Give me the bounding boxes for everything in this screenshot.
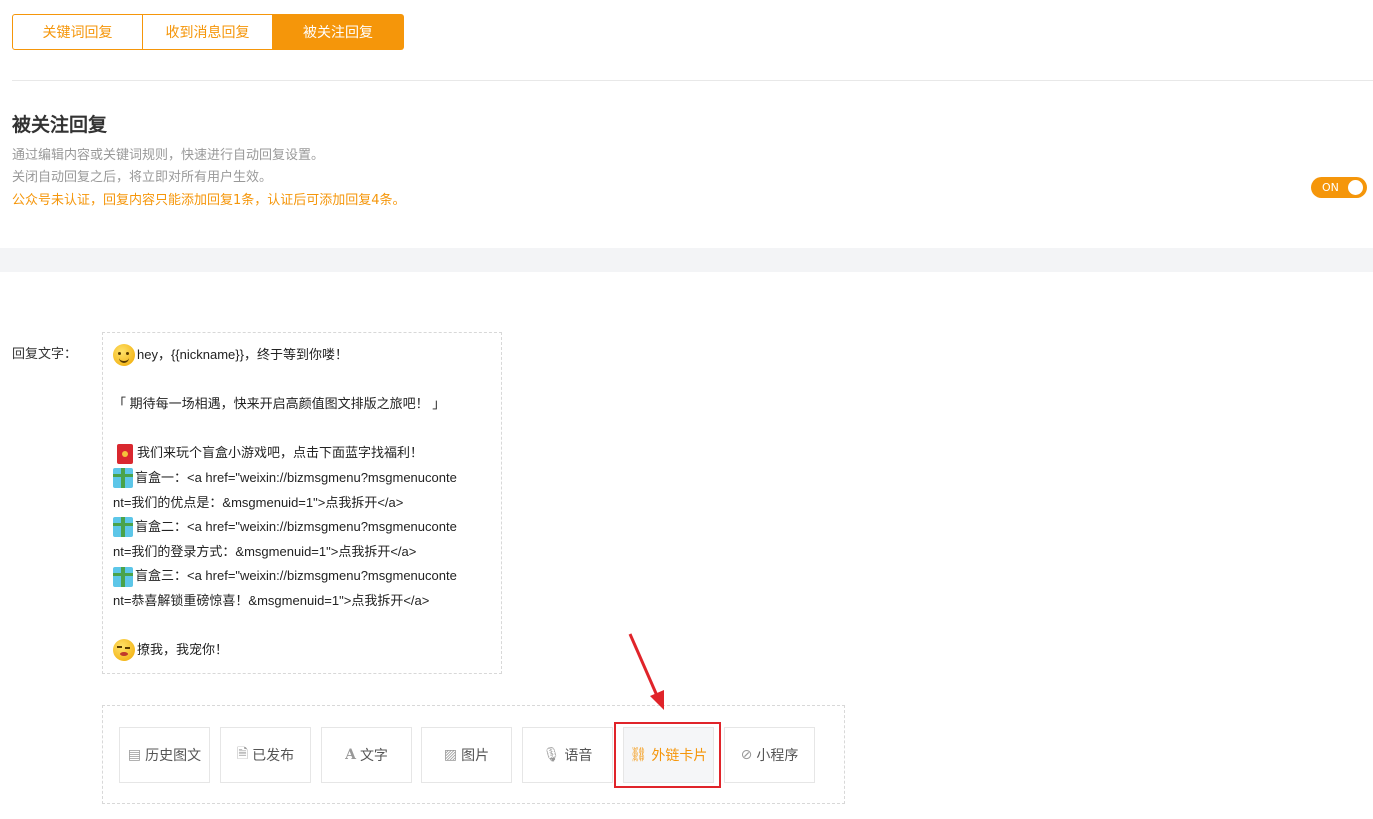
reply-line: [113, 368, 491, 393]
auto-reply-toggle[interactable]: ON: [1311, 177, 1367, 198]
reply-line-text: 盲盒三：<a href="weixin://bizmsgmenu?msgmenu…: [135, 568, 457, 584]
toggle-label: ON: [1322, 181, 1339, 194]
reply-line-text: 盲盒一：<a href="weixin://bizmsgmenu?msgmenu…: [135, 469, 457, 485]
reply-line-text: 撩我，我宠你！: [137, 642, 229, 658]
reply-line-text: 我们来玩个盲盒小游戏吧，点击下面蓝字找福利！: [137, 445, 424, 461]
tab-follow-reply[interactable]: 被关注回复: [273, 14, 404, 50]
reply-line: [113, 614, 491, 639]
verification-warning: 公众号未认证，回复内容只能添加回复1条，认证后可添加回复4条。: [12, 193, 406, 208]
annotation-arrow-icon: [628, 633, 664, 710]
tool-label: 历史图文: [145, 748, 202, 764]
newspaper-icon: ▤: [127, 747, 142, 763]
reply-line: 盲盒二：<a href="weixin://bizmsgmenu?msgmenu…: [113, 515, 491, 540]
reply-line-text: nt=我们的登录方式：&msgmenuid=1">点我拆开</a>: [113, 543, 417, 559]
text-button[interactable]: A 文字: [321, 727, 412, 783]
gift-icon: [113, 517, 133, 538]
microphone-icon: 🎙: [542, 747, 561, 763]
reply-line: 撩我，我宠你！: [113, 638, 491, 663]
reply-line-text: nt=恭喜解锁重磅惊喜！&msgmenuid=1">点我拆开</a>: [113, 592, 430, 608]
reply-line: 「 期待每一场相遇，快来开启高颜值图文排版之旅吧！ 」: [113, 392, 491, 417]
document-icon: 🗎: [236, 746, 249, 762]
gift-icon: [113, 566, 133, 587]
published-button[interactable]: 🗎 已发布: [220, 727, 311, 783]
reply-line: 我们来玩个盲盒小游戏吧，点击下面蓝字找福利！: [113, 441, 491, 466]
image-button[interactable]: ▨ 图片: [421, 727, 512, 783]
gift-icon: [113, 468, 133, 489]
tool-label: 已发布: [252, 748, 295, 764]
mini-program-button[interactable]: ⊘ 小程序: [724, 727, 815, 783]
reply-line-text: 盲盒二：<a href="weixin://bizmsgmenu?msgmenu…: [135, 519, 457, 535]
reply-line: nt=我们的优点是：&msgmenuid=1">点我拆开</a>: [113, 491, 491, 516]
image-icon: ▨: [443, 747, 458, 763]
history-articles-button[interactable]: ▤ 历史图文: [119, 727, 210, 783]
tool-label: 文字: [359, 748, 388, 764]
reply-type-toolbar: ▤ 历史图文 🗎 已发布 A 文字 ▨ 图片 🎙 语音 ⛓ 外链卡片 ⊘ 小程序: [102, 705, 845, 804]
voice-button[interactable]: 🎙 语音: [522, 727, 613, 783]
reply-line: hey，{{nickname}}，终于等到你喽！: [113, 343, 491, 368]
description-line-2: 关闭自动回复之后，将立即对所有用户生效。: [12, 170, 273, 185]
annotation-highlight-box: [614, 722, 721, 788]
tool-label: 图片: [461, 748, 490, 764]
smiley-icon: [113, 344, 135, 367]
reply-line: nt=恭喜解锁重磅惊喜！&msgmenuid=1">点我拆开</a>: [113, 589, 491, 614]
reply-line: nt=我们的登录方式：&msgmenuid=1">点我拆开</a>: [113, 540, 491, 565]
reply-line: [113, 417, 491, 442]
red-envelope-icon: [117, 443, 133, 464]
reply-line-text: nt=我们的优点是：&msgmenuid=1">点我拆开</a>: [113, 494, 404, 510]
mini-program-icon: ⊘: [740, 747, 753, 763]
reply-line: 盲盒一：<a href="weixin://bizmsgmenu?msgmenu…: [113, 466, 491, 491]
tab-keyword-reply[interactable]: 关键词回复: [12, 14, 143, 50]
text-icon: A: [345, 747, 356, 763]
reply-text-editor[interactable]: hey，{{nickname}}，终于等到你喽！ 「 期待每一场相遇，快来开启高…: [102, 332, 502, 674]
tab-message-reply[interactable]: 收到消息回复: [143, 14, 273, 50]
reply-text-label: 回复文字：: [12, 347, 78, 362]
toggle-knob: [1348, 180, 1363, 195]
header-divider: [12, 80, 1373, 81]
wink-face-icon: [113, 639, 135, 662]
tool-label: 语音: [564, 748, 593, 764]
reply-line: 盲盒三：<a href="weixin://bizmsgmenu?msgmenu…: [113, 564, 491, 589]
reply-type-tabs: 关键词回复 收到消息回复 被关注回复: [12, 14, 404, 50]
section-separator: [0, 248, 1373, 272]
page-title: 被关注回复: [12, 114, 108, 136]
description-line-1: 通过编辑内容或关键词规则，快速进行自动回复设置。: [12, 148, 325, 163]
reply-line-text: hey，{{nickname}}，终于等到你喽！: [137, 347, 348, 362]
reply-line-text: 「 期待每一场相遇，快来开启高颜值图文排版之旅吧！ 」: [113, 396, 446, 412]
tool-label: 小程序: [756, 748, 799, 764]
